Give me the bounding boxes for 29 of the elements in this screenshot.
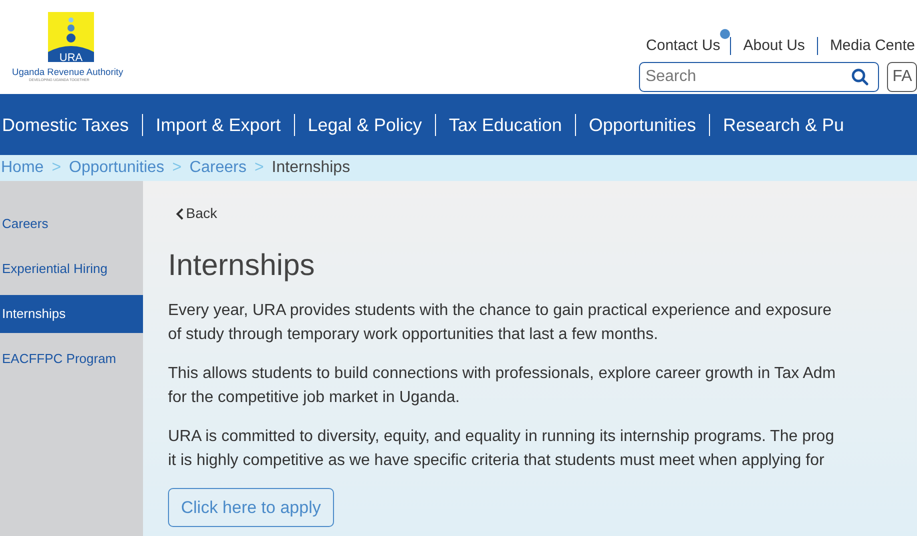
- search-icon[interactable]: [851, 68, 870, 86]
- faq-button[interactable]: FA: [887, 62, 917, 92]
- main-nav-link[interactable]: Domestic Taxes: [0, 114, 142, 136]
- top-nav-link[interactable]: About Us: [730, 37, 817, 55]
- logo-mark: URA: [59, 52, 83, 64]
- main-nav-link[interactable]: Import & Export: [142, 114, 294, 136]
- chevron-left-icon: [176, 208, 184, 220]
- main-nav-link[interactable]: Research & Pu: [708, 114, 858, 136]
- logo-name: Uganda Revenue Authority: [12, 67, 124, 77]
- back-link[interactable]: Back: [176, 203, 218, 224]
- breadcrumb-separator: >: [52, 158, 62, 178]
- main-nav-link[interactable]: Legal & Policy: [294, 114, 435, 136]
- breadcrumb-separator: >: [254, 158, 264, 178]
- breadcrumb-current: Internships: [272, 158, 350, 178]
- paragraph: This allows students to build connections with professionals, explore career growth in Tax Adm for the competitive job market in Uganda.: [168, 364, 837, 408]
- top-nav-link[interactable]: Media Cente: [816, 37, 917, 55]
- sidebar-item[interactable]: Experiential Hiring: [0, 250, 143, 288]
- sidebar-item[interactable]: Internships: [0, 295, 143, 333]
- page-heading: Internships: [168, 248, 316, 284]
- top-nav-link[interactable]: Contact Us: [634, 37, 732, 55]
- search-field[interactable]: Search: [639, 62, 880, 92]
- breadcrumb-separator: >: [172, 158, 182, 178]
- main-nav-link[interactable]: Tax Education: [434, 114, 575, 136]
- paragraph: Every year, URA provides students with the chance to gain practical experience and exposure of study through temporary work opportunities that last a few months.: [168, 300, 832, 344]
- main-nav-link[interactable]: Opportunities: [574, 114, 709, 136]
- logo-emblem-icon: [48, 12, 94, 62]
- sidebar-item[interactable]: EACFFPC Program: [0, 340, 143, 378]
- sidebar-item[interactable]: Careers: [0, 205, 143, 243]
- paragraph: URA is committed to diversity, equity, and equality in running its internship programs. The prog it is highly competitive as we have specific criteria that students must meet when applying for: [168, 426, 836, 470]
